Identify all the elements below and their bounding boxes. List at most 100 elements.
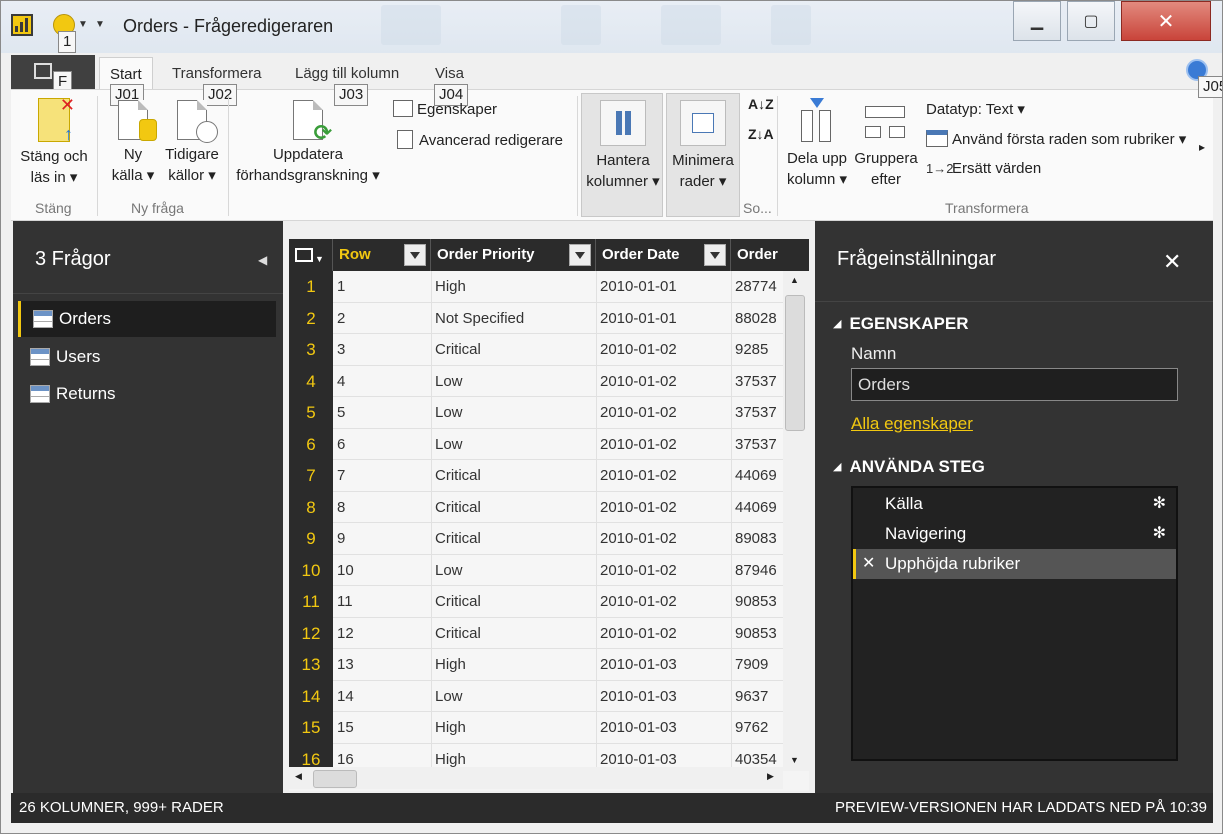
table-cell[interactable]: 37537 (735, 404, 777, 421)
new-source-button[interactable]: Ny källa ▾ (105, 100, 161, 186)
column-filter-dropdown-icon[interactable] (704, 244, 726, 266)
table-cell[interactable]: 89083 (735, 530, 777, 547)
table-row[interactable]: 2 Not Specified 2010-01-01 88028 (333, 302, 783, 334)
row-number[interactable]: 11 (289, 592, 333, 612)
scroll-up-icon[interactable]: ▲ (790, 275, 799, 285)
table-row[interactable]: 5 Low 2010-01-02 37537 (333, 397, 783, 429)
table-cell[interactable]: 2010-01-03 (600, 719, 677, 736)
column-header-row[interactable]: Row (333, 239, 431, 271)
maximize-button[interactable]: ▢ (1067, 1, 1115, 41)
vertical-scrollbar[interactable]: ▲ ▼ (783, 271, 809, 771)
query-item-users[interactable]: Users (18, 339, 276, 375)
table-cell[interactable]: Not Specified (435, 310, 524, 327)
collapse-pane-icon[interactable]: ◀ (258, 253, 267, 267)
query-item-returns[interactable]: Returns (18, 376, 276, 412)
refresh-preview-button[interactable]: ⟳ Uppdatera förhandsgranskning ▾ (233, 100, 383, 186)
table-cell[interactable]: 90853 (735, 625, 777, 642)
table-row[interactable]: 4 Low 2010-01-02 37537 (333, 365, 783, 397)
table-cell[interactable]: Critical (435, 530, 481, 547)
table-cell[interactable]: 2010-01-03 (600, 751, 677, 768)
sort-descending-icon[interactable]: Z↓A (748, 126, 774, 142)
row-number[interactable]: 6 (289, 435, 333, 455)
power-bi-app-icon[interactable] (11, 14, 33, 36)
column-header-order[interactable]: Order (731, 239, 809, 271)
recent-sources-button[interactable]: Tidigare källor ▾ (161, 100, 223, 186)
table-cell[interactable]: 16 (337, 751, 354, 768)
customize-toolbar-icon[interactable]: ▼ (95, 19, 105, 30)
table-cell[interactable]: 9637 (735, 688, 768, 705)
table-cell[interactable]: Critical (435, 593, 481, 610)
tab-add-column[interactable]: Lägg till kolumn (295, 65, 399, 82)
table-cell[interactable]: 15 (337, 719, 354, 736)
table-cell[interactable]: 90853 (735, 593, 777, 610)
column-filter-dropdown-icon[interactable] (569, 244, 591, 266)
row-number[interactable]: 12 (289, 624, 333, 644)
row-number[interactable]: 2 (289, 309, 333, 329)
table-row[interactable]: 10 Low 2010-01-02 87946 (333, 554, 783, 586)
tab-view[interactable]: Visa (435, 65, 464, 82)
replace-values-button[interactable]: 1→2Ersätt värden (926, 160, 1041, 177)
table-cell[interactable]: 2010-01-02 (600, 467, 677, 484)
table-cell[interactable]: 9 (337, 530, 345, 547)
table-cell[interactable]: 11 (337, 593, 353, 610)
table-cell[interactable]: 3 (337, 341, 345, 358)
table-cell[interactable]: 8 (337, 499, 345, 516)
close-window-button[interactable]: ✕ (1121, 1, 1211, 41)
table-row[interactable]: 13 High 2010-01-03 7909 (333, 649, 783, 681)
split-column-button[interactable]: Dela upp kolumn ▾ (783, 98, 851, 190)
table-row[interactable]: 14 Low 2010-01-03 9637 (333, 680, 783, 712)
close-settings-icon[interactable]: ✕ (1163, 249, 1181, 275)
row-number[interactable]: 14 (289, 687, 333, 707)
table-cell[interactable]: 1 (337, 278, 345, 295)
table-cell[interactable]: 37537 (735, 436, 777, 453)
tab-transform[interactable]: Transformera (172, 65, 261, 82)
table-cell[interactable]: 2010-01-02 (600, 436, 677, 453)
row-number[interactable]: 4 (289, 372, 333, 392)
table-cell[interactable]: 2010-01-01 (600, 310, 677, 327)
step-source[interactable]: Källa ✻ (853, 489, 1176, 519)
table-row[interactable]: 11 Critical 2010-01-02 90853 (333, 586, 783, 618)
table-cell[interactable]: Low (435, 404, 463, 421)
query-item-orders[interactable]: Orders (18, 301, 276, 337)
table-cell[interactable]: 40354 (735, 751, 777, 768)
table-cell[interactable]: 2010-01-02 (600, 593, 677, 610)
table-menu-icon[interactable]: ▼ (289, 239, 333, 271)
column-header-order-date[interactable]: Order Date (596, 239, 731, 271)
table-row[interactable]: 12 Critical 2010-01-02 90853 (333, 617, 783, 649)
table-cell[interactable]: 2010-01-02 (600, 562, 677, 579)
table-cell[interactable]: 88028 (735, 310, 777, 327)
table-cell[interactable]: 2010-01-02 (600, 341, 677, 358)
advanced-editor-button[interactable]: Avancerad redigerare (397, 130, 563, 149)
table-row[interactable]: 15 High 2010-01-03 9762 (333, 712, 783, 744)
table-cell[interactable]: 12 (337, 625, 354, 642)
smiley-dropdown-icon[interactable]: ▼ (78, 19, 88, 30)
table-cell[interactable]: 2010-01-03 (600, 656, 677, 673)
table-cell[interactable]: Critical (435, 467, 481, 484)
table-cell[interactable]: High (435, 278, 466, 295)
gear-icon[interactable]: ✻ (1153, 489, 1166, 519)
table-cell[interactable]: Low (435, 373, 463, 390)
table-cell[interactable]: Low (435, 688, 463, 705)
table-cell[interactable]: 44069 (735, 467, 777, 484)
table-cell[interactable]: 2010-01-02 (600, 499, 677, 516)
table-cell[interactable]: 2 (337, 310, 345, 327)
table-cell[interactable]: 2010-01-03 (600, 688, 677, 705)
step-promoted-headers[interactable]: ✕ Upphöjda rubriker (853, 549, 1176, 579)
horizontal-scroll-thumb[interactable] (313, 770, 357, 788)
manage-columns-button[interactable]: Hantera kolumner ▾ (583, 100, 663, 192)
table-cell[interactable]: 7909 (735, 656, 768, 673)
table-cell[interactable]: 37537 (735, 373, 777, 390)
close-and-load-button[interactable]: ✕ ↑ Stäng och läs in ▾ (17, 95, 91, 188)
table-row[interactable]: 9 Critical 2010-01-02 89083 (333, 523, 783, 555)
table-row[interactable]: 8 Critical 2010-01-02 44069 (333, 491, 783, 523)
table-cell[interactable]: 2010-01-02 (600, 373, 677, 390)
scroll-down-icon[interactable]: ▼ (790, 755, 799, 765)
datatype-dropdown[interactable]: Datatyp: Text ▾ (926, 100, 1025, 118)
reduce-rows-button[interactable]: Minimera rader ▾ (666, 100, 740, 192)
column-filter-dropdown-icon[interactable] (404, 244, 426, 266)
table-cell[interactable]: 7 (337, 467, 345, 484)
table-cell[interactable]: 2010-01-02 (600, 404, 677, 421)
applied-steps-section-header[interactable]: ◢ ANVÄNDA STEG (833, 457, 985, 477)
row-number[interactable]: 3 (289, 340, 333, 360)
table-cell[interactable]: 14 (337, 688, 354, 705)
